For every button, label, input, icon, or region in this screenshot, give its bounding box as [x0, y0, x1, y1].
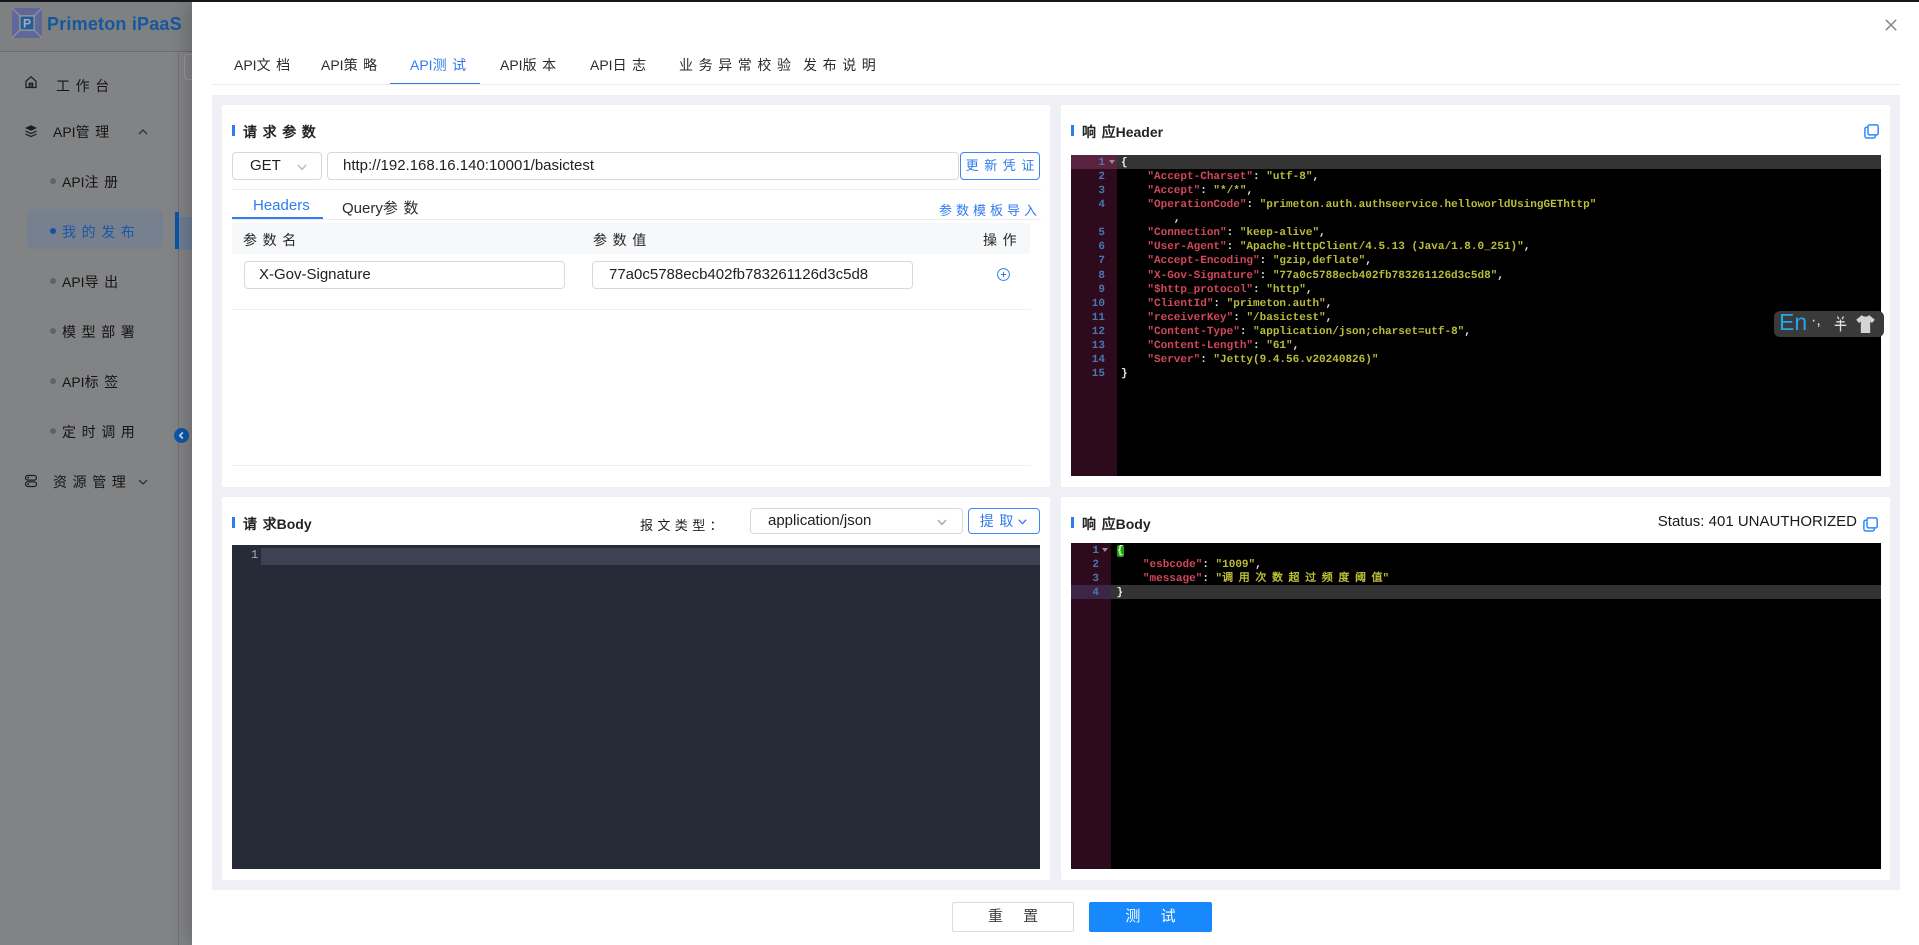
svg-text:P: P — [23, 16, 31, 30]
